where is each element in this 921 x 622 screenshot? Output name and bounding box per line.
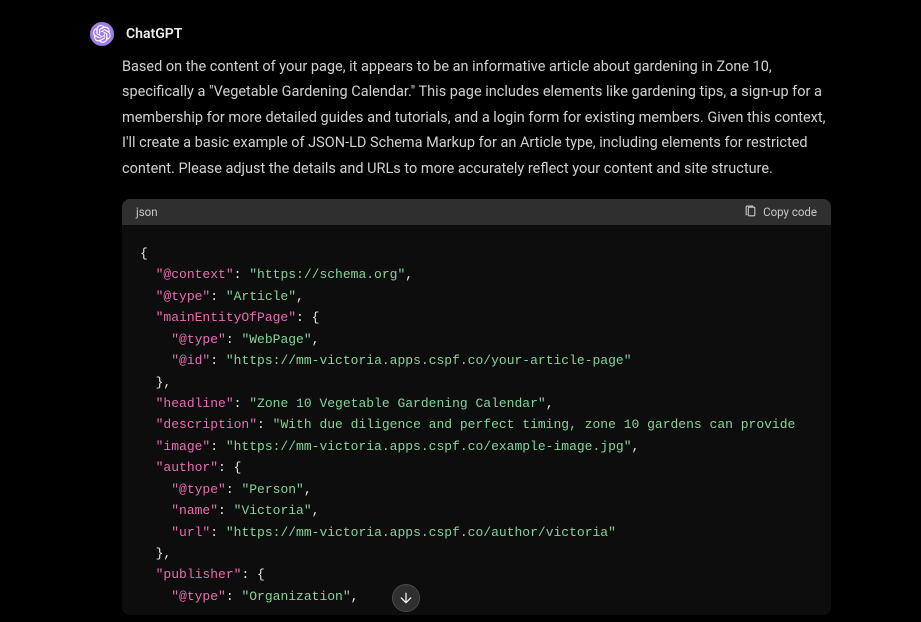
copy-code-label: Copy code: [763, 205, 817, 219]
code-content[interactable]: { "@context": "https://schema.org", "@ty…: [122, 225, 831, 615]
openai-logo-icon: [93, 25, 111, 43]
code-block: json Copy code { "@context": "https://sc…: [122, 199, 831, 615]
code-header: json Copy code: [122, 199, 831, 225]
message-header: ChatGPT: [90, 22, 831, 46]
assistant-message: ChatGPT Based on the content of your pag…: [0, 0, 921, 615]
copy-code-button[interactable]: Copy code: [744, 205, 817, 219]
clipboard-icon: [744, 205, 757, 218]
author-name: ChatGPT: [126, 26, 182, 42]
scroll-to-bottom-button[interactable]: [392, 584, 420, 612]
avatar: [90, 22, 114, 46]
code-language-label: json: [136, 205, 158, 219]
message-body: Based on the content of your page, it ap…: [90, 54, 831, 181]
arrow-down-icon: [398, 590, 414, 606]
